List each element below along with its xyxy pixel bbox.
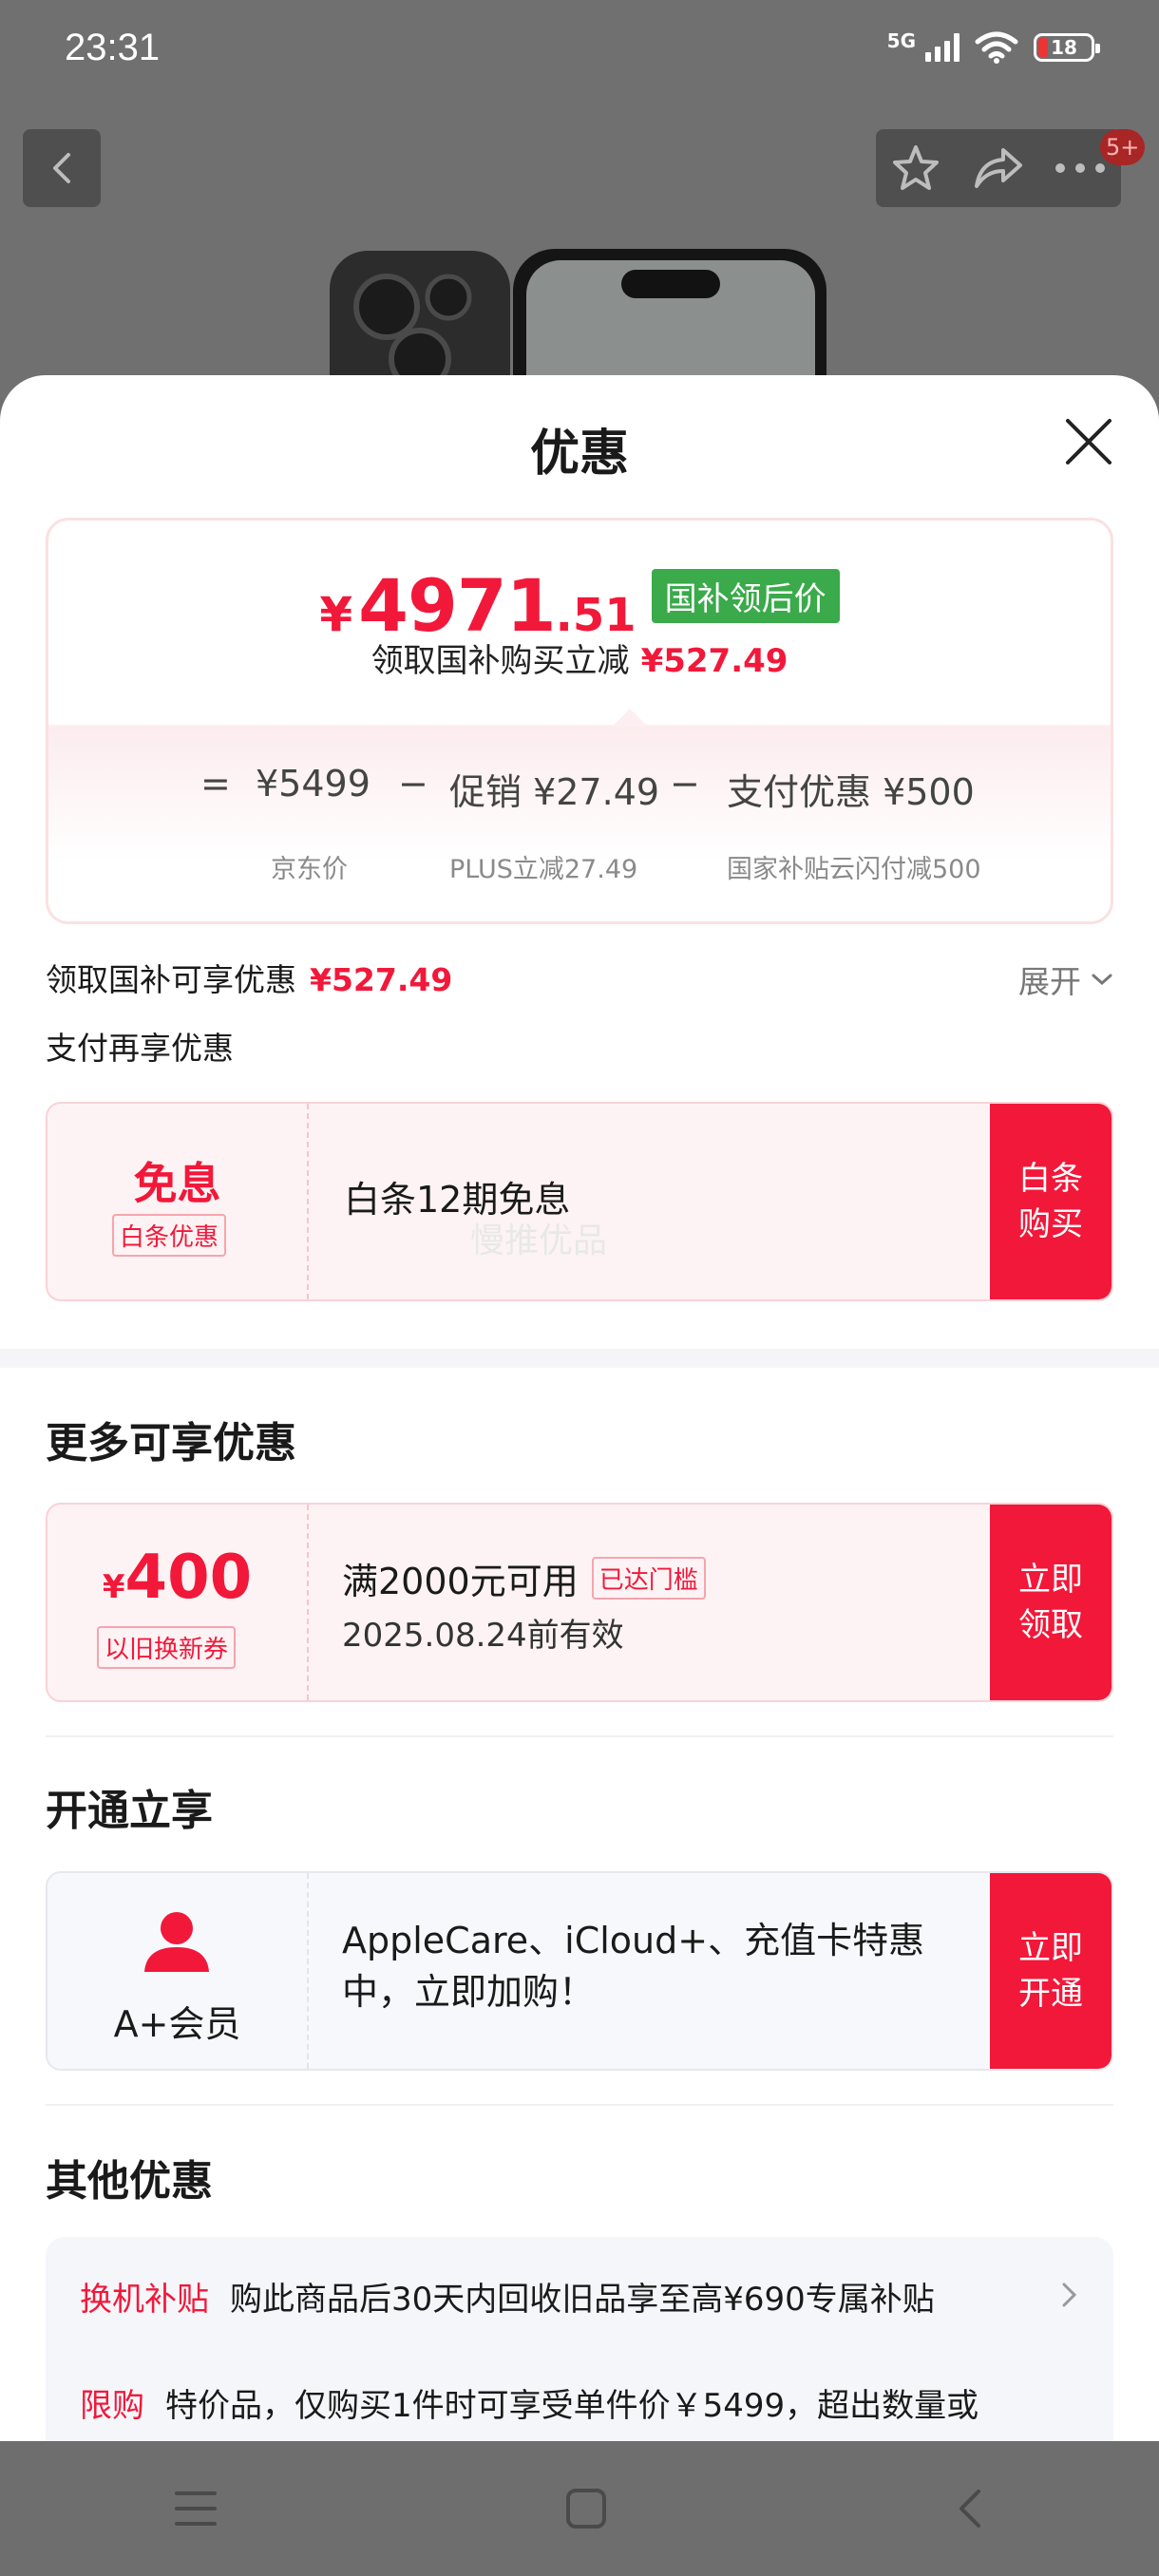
- battery-icon: 18: [1034, 33, 1100, 62]
- network-type: 5G: [886, 29, 916, 52]
- close-icon[interactable]: [1062, 415, 1115, 468]
- save-amount: ¥527.49: [640, 642, 788, 680]
- coupon-condition: 满2000元可用: [342, 1561, 579, 1602]
- more-section-title: 更多可享优惠: [46, 1419, 296, 1468]
- home-icon[interactable]: [565, 2488, 607, 2529]
- threshold-badge: 已达门槛: [591, 1557, 706, 1600]
- other-item-limit: 限购 特价品，仅购买1件时可享受单件价￥5499，超出数量或: [80, 2379, 978, 2426]
- pay-section-title: 支付再享优惠: [46, 1030, 234, 1067]
- member-coupon: A+会员 AppleCare、iCloud+、充值卡特惠中，立即加购！ 立即开通: [46, 1871, 1113, 2071]
- share-icon[interactable]: [971, 144, 1024, 192]
- system-nav-bar: [0, 2441, 1159, 2576]
- member-name: A+会员: [113, 2003, 241, 2045]
- status-bar: 23:31 5G 18: [0, 0, 1159, 104]
- more-icon[interactable]: [1054, 161, 1107, 175]
- coupon-expiry: 2025.08.24前有效: [342, 1617, 624, 1655]
- trade-in-coupon: ¥400 以旧换新券 满2000元可用 已达门槛 2025.08.24前有效 立…: [46, 1503, 1113, 1702]
- interest-free-coupon: 免息 白条优惠 白条12期免息 慢推优品 白条购买: [46, 1102, 1113, 1301]
- promo-label: PLUS立减27.49: [449, 855, 638, 884]
- other-item-text: 特价品，仅购买1件时可享受单件价￥5499，超出数量或: [165, 2387, 979, 2425]
- other-item-text-2: 优惠库存以结算价为准，仅限购买一次: [80, 2433, 629, 2441]
- other-discounts-box: 换机补贴 购此商品后30天内回收旧品享至高¥690专属补贴 限购 特价品，仅购买…: [46, 2237, 1113, 2441]
- user-icon: [144, 1912, 209, 1972]
- minus-sign: −: [670, 763, 700, 805]
- base-price-label: 京东价: [271, 855, 348, 884]
- coupon-amount-row: ¥400: [48, 1543, 307, 1613]
- other-item-tag: 换机补贴: [80, 2281, 209, 2319]
- other-item-text: 购此商品后30天内回收旧品享至高¥690专属补贴: [230, 2281, 935, 2319]
- save-label: 领取国补购买立减: [370, 642, 630, 680]
- price-notch: [613, 709, 647, 726]
- coupon-tag: 以旧换新券: [97, 1626, 237, 1669]
- back-icon[interactable]: [956, 2488, 984, 2529]
- back-button[interactable]: [23, 129, 101, 207]
- subsidy-price-tag: 国补领后价: [651, 569, 840, 623]
- coupon-left: A+会员: [48, 1873, 309, 2069]
- coupon-left: 免息 白条优惠: [48, 1104, 309, 1299]
- chevron-right-icon[interactable]: [1060, 2281, 1079, 2309]
- section-divider: [46, 1735, 1113, 1737]
- subsidy-label: 领取国补可享优惠: [46, 961, 296, 998]
- wifi-icon: [975, 31, 1018, 64]
- pay-discount: 支付优惠 ¥500: [727, 771, 975, 813]
- header-actions: [876, 129, 1121, 207]
- expand-label: 展开: [1018, 963, 1081, 1000]
- notification-badge: 5+: [1100, 129, 1146, 165]
- product-image: [330, 249, 826, 397]
- expand-button[interactable]: 展开: [1018, 957, 1113, 1002]
- other-item-tag: 限购: [80, 2387, 144, 2425]
- coupon-big-text: 免息: [133, 1158, 221, 1209]
- promo-discount: 促销 ¥27.49: [449, 771, 660, 813]
- signal-icon: [925, 33, 960, 62]
- coupon-condition-row: 满2000元可用 已达门槛: [342, 1552, 706, 1604]
- price-breakdown-bg: [48, 725, 1111, 921]
- price-equation: = ¥5499 − 促销 ¥27.49 − 支付优惠 ¥500: [48, 763, 1111, 820]
- other-section-title: 其他优惠: [46, 2157, 213, 2206]
- status-time: 23:31: [65, 27, 161, 68]
- claim-coupon-button[interactable]: 立即领取: [990, 1505, 1112, 1700]
- price-card: ¥ 4971 .51 国补领后价 领取国补购买立减 ¥527.49 = ¥5499…: [46, 518, 1113, 924]
- watermark: 慢推优品: [470, 1222, 608, 1260]
- member-desc: AppleCare、iCloud+、充值卡特惠中，立即加购！: [342, 1920, 925, 2013]
- pay-label: 国家补贴云闪付减500: [727, 855, 981, 884]
- menu-icon[interactable]: [174, 2490, 217, 2528]
- sheet-title: 优惠: [529, 426, 629, 483]
- status-icons: 5G 18: [886, 29, 1100, 65]
- baitiao-buy-button[interactable]: 白条购买: [990, 1104, 1112, 1299]
- section-divider: [46, 2104, 1113, 2106]
- coupon-tag: 白条优惠: [112, 1214, 227, 1257]
- section-divider: [0, 1349, 1159, 1368]
- battery-level: 18: [1051, 36, 1077, 59]
- coupon-amount: 400: [124, 1543, 253, 1613]
- other-item-tradein[interactable]: 换机补贴 购此商品后30天内回收旧品享至高¥690专属补贴: [80, 2273, 935, 2320]
- subsidy-row: 领取国补可享优惠 ¥527.49: [46, 955, 452, 1000]
- subsidy-amount: ¥527.49: [310, 961, 453, 998]
- star-icon[interactable]: [890, 142, 941, 194]
- save-line: 领取国补购买立减 ¥527.49: [48, 635, 1111, 681]
- coupon-left: ¥400 以旧换新券: [48, 1505, 309, 1700]
- open-member-button[interactable]: 立即开通: [990, 1873, 1112, 2069]
- coupon-currency: ¥: [102, 1568, 125, 1606]
- equals-sign: =: [200, 763, 231, 805]
- discount-sheet: 优惠 ¥ 4971 .51 国补领后价 领取国补购买立减 ¥527.49 = ¥5…: [0, 375, 1159, 2441]
- chevron-down-icon: [1092, 974, 1112, 986]
- chevron-left-icon: [53, 153, 70, 183]
- member-section-title: 开通立享: [46, 1787, 213, 1835]
- base-price: ¥5499: [256, 763, 370, 805]
- minus-sign: −: [398, 763, 428, 805]
